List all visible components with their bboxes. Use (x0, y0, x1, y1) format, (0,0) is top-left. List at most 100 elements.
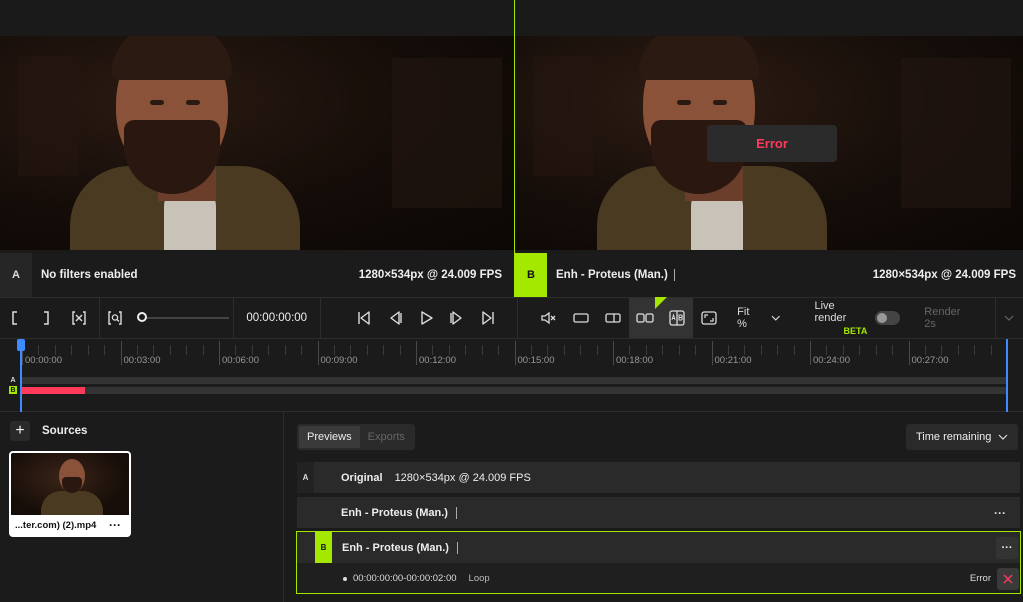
track-a-tag: A (10, 376, 16, 384)
clear-marks-icon[interactable] (66, 304, 93, 332)
timeline-tick (219, 341, 220, 365)
timeline-minor-tick (629, 345, 631, 355)
preview-b-filter-text: Enh - Proteus (Man.) (556, 269, 668, 282)
source-thumbnail[interactable]: ...ter.com) (2).mp4 ··· (9, 451, 131, 537)
chevron-down-icon (998, 434, 1008, 440)
video-subject (70, 36, 300, 250)
sources-title: Sources (42, 425, 88, 437)
source-more-button[interactable]: ··· (109, 518, 121, 532)
beta-badge: BETA (843, 326, 868, 336)
timeline-tick-label: 00:27:00 (911, 355, 949, 366)
preview-a-filter-label: No filters enabled (41, 269, 138, 281)
timeline-minor-tick (71, 345, 73, 355)
timeline-minor-tick (399, 345, 401, 355)
timeline-minor-tick (465, 345, 467, 355)
timeline-tick-label: 00:12:00 (419, 355, 456, 366)
timecode-display: 00:00:00:00 (246, 312, 308, 324)
timeline-minor-tick (202, 345, 204, 355)
timeline-minor-tick (826, 345, 828, 355)
render-button[interactable]: Render 2s (924, 306, 973, 330)
preview-b-info-bar: B Enh - Proteus (Man.) 1280×534px @ 24.0… (515, 253, 1023, 297)
text-caret (455, 506, 457, 519)
timeline-minor-tick (892, 345, 894, 355)
tab-previews[interactable]: Previews (299, 426, 360, 448)
row-more-button[interactable]: ··· (996, 536, 1018, 559)
mark-in-icon[interactable] (2, 304, 29, 332)
preview-pane-b[interactable]: Error B Enh - Proteus (Man.) 1280×534px … (515, 0, 1023, 297)
row-more-button[interactable]: ··· (994, 506, 1006, 520)
timeline-minor-tick (366, 345, 368, 355)
preview-b-filter-label[interactable]: Enh - Proteus (Man.) (556, 268, 675, 282)
timeline[interactable]: 00:00:00 00:03:00 00:06:00 00:09:00 00:12:00… (0, 339, 1023, 412)
step-back-icon[interactable] (382, 304, 409, 332)
timeline-tick-label: 00:18:00 (616, 355, 653, 366)
preview-pane-a[interactable]: A No filters enabled 1280×534px @ 24.009… (0, 0, 514, 297)
sort-dropdown-label: Time remaining (916, 431, 992, 443)
single-view-icon[interactable] (565, 298, 597, 338)
source-thumbnail-image (11, 453, 129, 515)
row-tag: B (315, 532, 332, 563)
track-b-error-range[interactable] (22, 387, 85, 394)
timeline-minor-tick (448, 345, 450, 355)
timeline-minor-tick (990, 345, 992, 355)
timeline-minor-tick (268, 345, 270, 355)
skip-to-start-icon[interactable] (351, 304, 378, 332)
tab-exports[interactable]: Exports (360, 426, 413, 448)
timeline-minor-tick (235, 345, 237, 355)
timeline-minor-tick (760, 345, 762, 355)
preview-a-tag: A (0, 253, 32, 297)
preview-row-selected[interactable]: B Enh - Proteus (Man.) ··· 00:00:00:00-0… (296, 531, 1021, 594)
preview-a-resolution: 1280×534px @ 24.009 FPS (358, 269, 502, 281)
track-b[interactable] (22, 387, 1006, 394)
timeline-minor-tick (662, 345, 664, 355)
play-icon[interactable] (413, 304, 440, 332)
track-a[interactable] (22, 377, 1006, 384)
row-name: Enh - Proteus (Man.) (342, 541, 449, 554)
preview-b-tag: B (515, 253, 547, 297)
cancel-preview-button[interactable] (997, 567, 1019, 590)
timeline-minor-tick (645, 345, 647, 355)
timeline-tick (514, 341, 516, 365)
live-render-label: Live render (814, 300, 847, 324)
timeline-tick-label: 00:24:00 (813, 355, 850, 366)
fullscreen-view-icon[interactable] (693, 298, 725, 338)
zoom-slider[interactable] (136, 312, 229, 324)
timeline-minor-tick (481, 345, 483, 355)
playhead[interactable] (17, 339, 25, 412)
timeline-tick (810, 341, 811, 365)
zoom-slider-knob[interactable] (136, 312, 147, 322)
timeline-minor-tick (284, 345, 286, 355)
timeline-tick-label: 00:21:00 (714, 355, 752, 366)
split-view-icon[interactable] (597, 298, 629, 338)
video-frame-a[interactable] (0, 36, 514, 250)
fit-zoom-label: Fit % (737, 306, 750, 330)
zoom-fit-icon[interactable] (102, 304, 129, 332)
live-render-toggle[interactable] (875, 311, 901, 325)
preview-a-info-bar: A No filters enabled 1280×534px @ 24.009… (0, 253, 514, 297)
timeline-minor-tick (777, 345, 779, 355)
skip-to-end-icon[interactable] (474, 304, 501, 332)
timeline-minor-tick (169, 345, 171, 355)
timeline-tick-label: 00:09:00 (320, 355, 358, 366)
step-forward-icon[interactable] (444, 304, 471, 332)
text-caret (673, 268, 675, 281)
timeline-minor-tick (54, 345, 56, 355)
timeline-tick (711, 341, 713, 365)
timeline-minor-tick (924, 345, 926, 355)
timeline-minor-tick (859, 345, 861, 355)
timeline-minor-tick (87, 345, 89, 355)
chevron-down-icon[interactable] (996, 304, 1023, 332)
mute-icon[interactable] (534, 304, 561, 332)
add-source-button[interactable]: + (10, 421, 30, 441)
timeline-tick (613, 341, 614, 365)
preview-row-enhancement[interactable]: Enh - Proteus (Man.) ··· (297, 497, 1020, 528)
sort-dropdown[interactable]: Time remaining (906, 424, 1018, 450)
out-point-marker[interactable] (1006, 339, 1008, 412)
fit-zoom-dropdown[interactable]: Fit % (737, 306, 780, 330)
preview-row-original[interactable]: A Original 1280×534px @ 24.009 FPS (297, 462, 1020, 493)
loop-label[interactable]: Loop (469, 573, 490, 584)
preview-area: A No filters enabled 1280×534px @ 24.009… (0, 0, 1023, 297)
bullet-icon (343, 576, 347, 581)
mark-out-icon[interactable] (33, 304, 60, 332)
timeline-tick (416, 341, 417, 365)
